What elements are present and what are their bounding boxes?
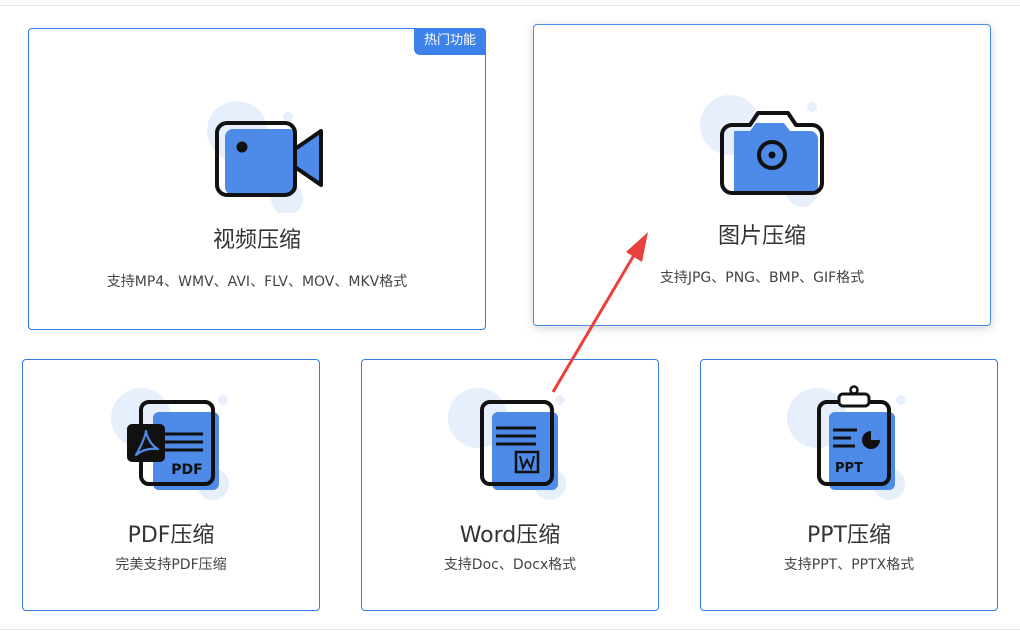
- word-compress-desc: 支持Doc、Docx格式: [443, 557, 577, 573]
- ppt-compress-title: PPT压缩: [807, 523, 891, 548]
- pdf-compress-card[interactable]: PDF PDF压缩 完美支持PDF压缩: [22, 359, 320, 611]
- ppt-compress-card[interactable]: PPT PPT压缩 支持PPT、PPTX格式: [700, 359, 998, 611]
- image-compress-title: 图片压缩: [717, 224, 806, 249]
- word-compress-card[interactable]: Word压缩 支持Doc、Docx格式: [361, 359, 659, 611]
- pdf-compress-desc: 完美支持PDF压缩: [115, 557, 227, 573]
- image-compress-card[interactable]: 图片压缩 支持JPG、PNG、BMP、GIF格式: [533, 24, 991, 326]
- ppt-icon-label: PPT: [835, 461, 863, 476]
- ppt-clipboard-icon: PPT: [781, 382, 921, 502]
- pdf-icon-label: PDF: [171, 462, 202, 478]
- hot-feature-badge: 热门功能: [413, 28, 486, 55]
- word-document-icon: [442, 382, 582, 502]
- top-divider: [0, 5, 1020, 6]
- video-compress-card[interactable]: 热门功能 视频压缩 支持MP4、WMV、AVI、FLV、MOV、MKV格式: [28, 28, 486, 330]
- pdf-compress-title: PDF压缩: [127, 523, 215, 548]
- video-compress-title: 视频压缩: [212, 228, 301, 253]
- image-compress-desc: 支持JPG、PNG、BMP、GIF格式: [659, 270, 865, 286]
- ppt-compress-desc: 支持PPT、PPTX格式: [783, 557, 915, 573]
- camera-icon: [694, 87, 834, 207]
- bottom-divider: [0, 629, 1020, 630]
- word-compress-title: Word压缩: [459, 523, 561, 548]
- video-compress-desc: 支持MP4、WMV、AVI、FLV、MOV、MKV格式: [106, 274, 408, 290]
- pdf-document-icon: PDF: [105, 382, 245, 502]
- video-camera-icon: [187, 93, 327, 213]
